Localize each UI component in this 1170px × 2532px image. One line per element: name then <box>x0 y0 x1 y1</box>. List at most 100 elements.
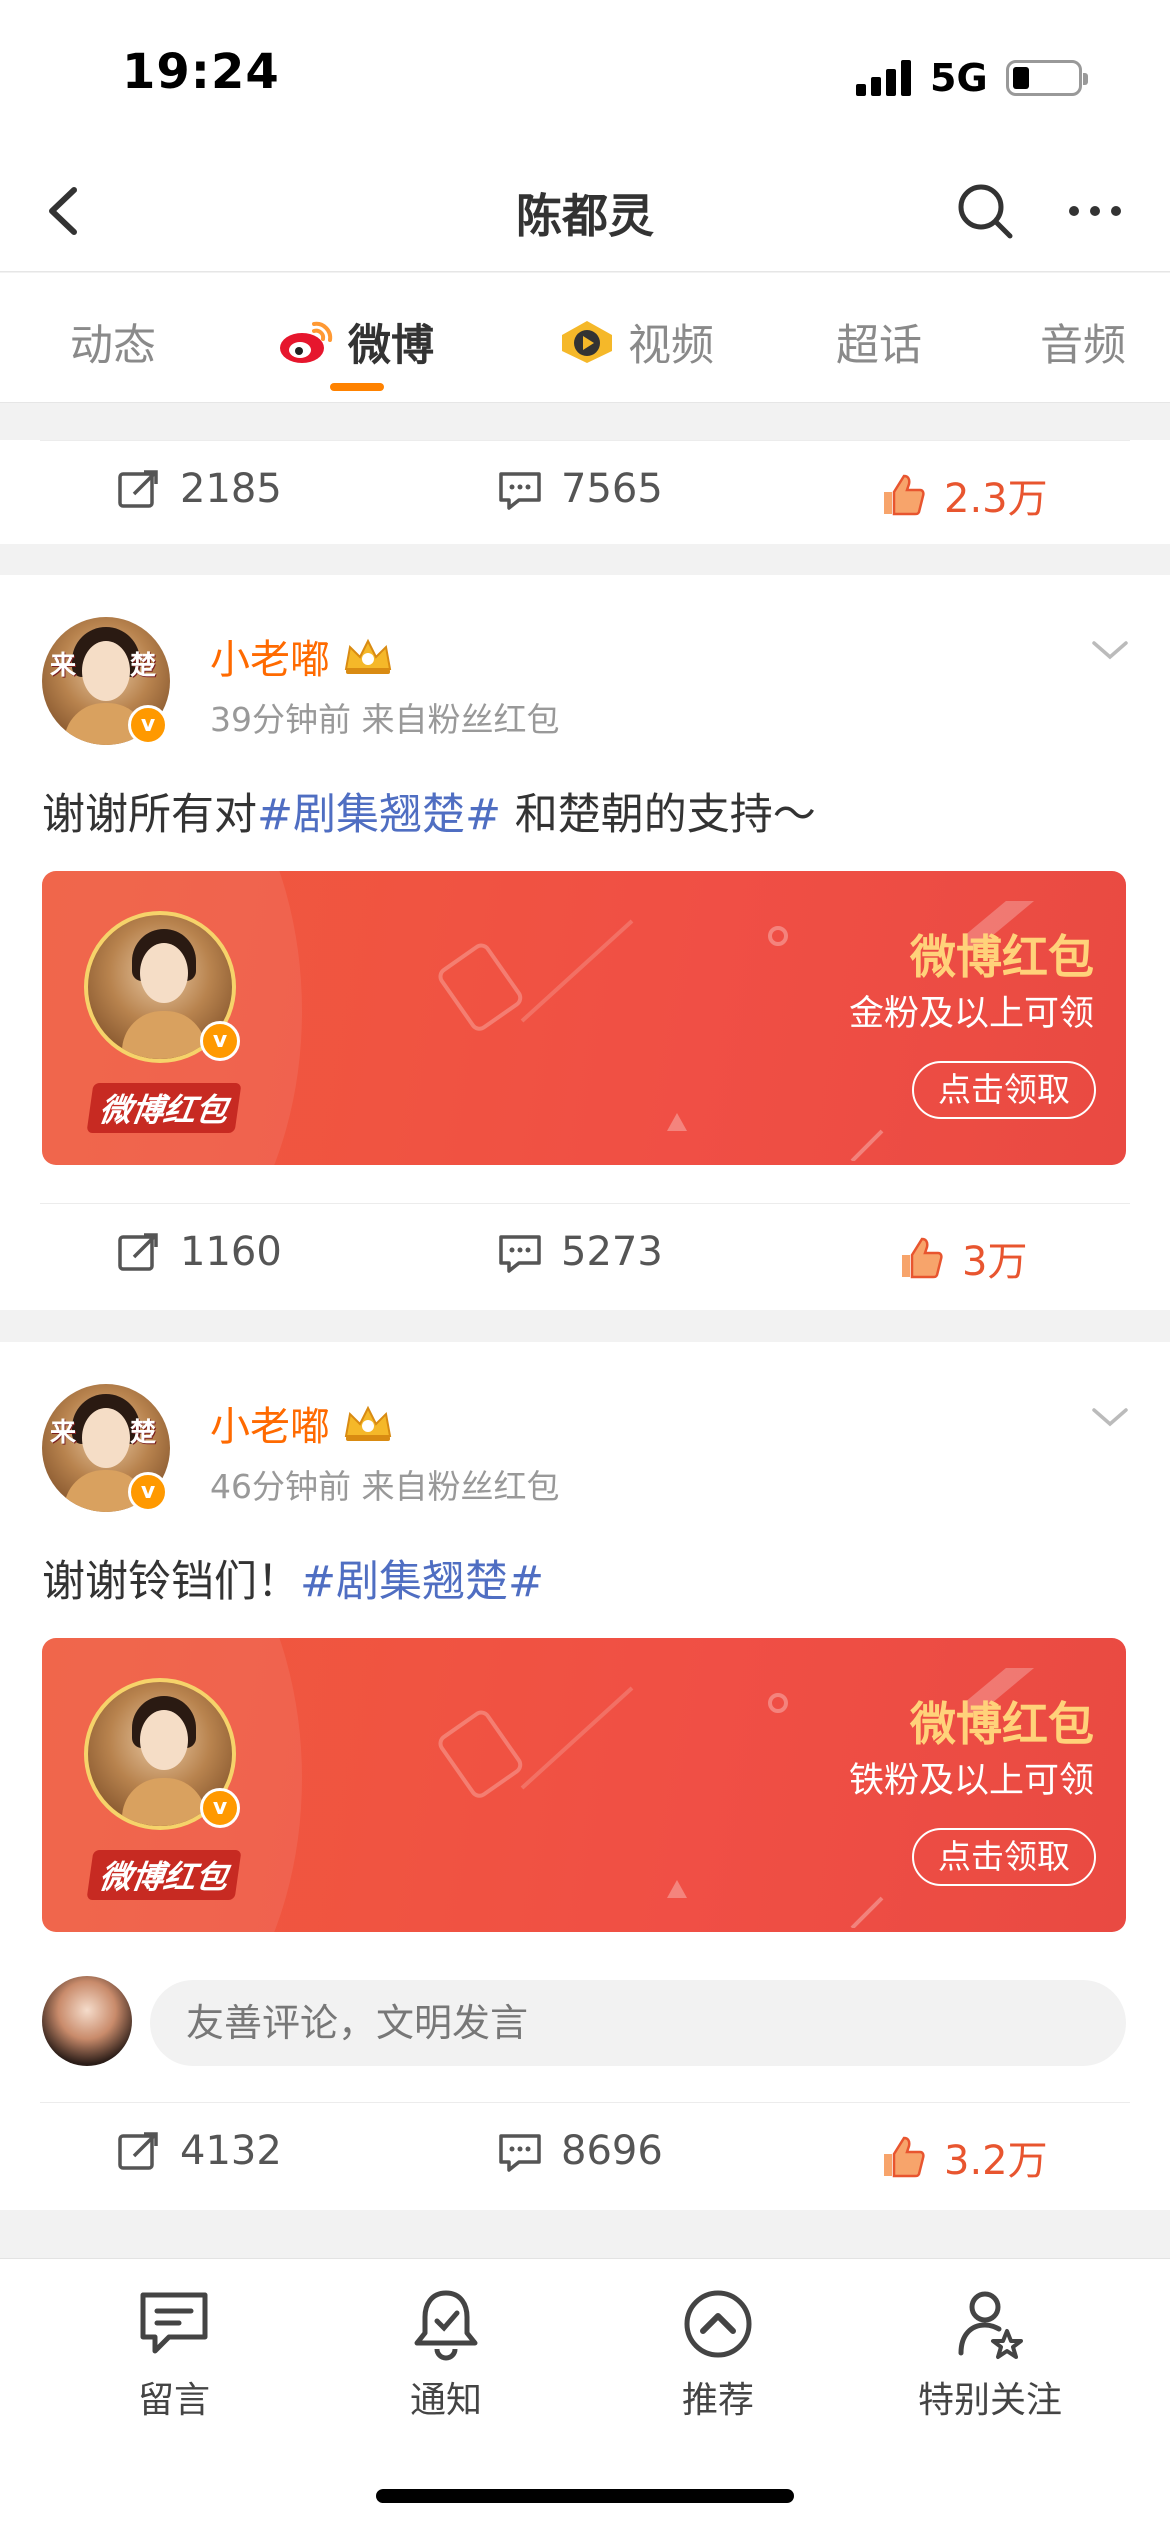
tab-label: 音频 <box>1040 321 1126 371</box>
repost-icon <box>118 2132 158 2170</box>
more-icon[interactable] <box>1060 176 1130 246</box>
tab-label: 视频 <box>628 321 714 371</box>
repost-count: 4132 <box>180 2128 282 2174</box>
quick-comment-row: 友善评论，文明发言 <box>0 1966 1170 2076</box>
claim-button[interactable]: 点击领取 <box>912 1061 1096 1119</box>
weibo-logo-icon <box>280 321 333 363</box>
nav-label: 推荐 <box>681 2380 754 2421</box>
post-text-part: 谢谢所有对 <box>42 790 257 840</box>
comment-icon <box>499 2134 541 2172</box>
profile-tabs: 动态 微博 视频 超话 音频 <box>0 273 1170 403</box>
tab-audio[interactable]: 音频 <box>1040 311 1126 373</box>
like-count: 2.3万 <box>944 476 1048 522</box>
repost-button[interactable]: 4132 <box>116 2128 282 2174</box>
my-avatar <box>42 1976 132 2066</box>
nav-label: 通知 <box>409 2380 482 2421</box>
profile-page: 19:24 5G 陈都灵 动态 微博 视频 超话 音频 2185 7565 2.… <box>0 0 1170 2532</box>
red-packet-subtitle: 金粉及以上可领 <box>848 994 1094 1034</box>
username-text: 小老嘟 <box>210 637 330 683</box>
red-packet-logo: 微博红包 <box>86 1850 242 1900</box>
comment-input[interactable]: 友善评论，文明发言 <box>150 1980 1126 2066</box>
red-packet-title: 微博红包 <box>910 1697 1094 1751</box>
signal-icon <box>856 60 914 96</box>
verified-badge-icon: v <box>128 705 168 745</box>
repost-button[interactable]: 1160 <box>116 1229 282 1275</box>
comment-icon <box>499 1235 541 1273</box>
comment-button[interactable]: 7565 <box>497 466 663 512</box>
network-label: 5G <box>930 56 988 100</box>
red-packet-title: 微博红包 <box>910 930 1094 984</box>
bell-icon <box>414 2290 478 2361</box>
red-packet-logo: 微博红包 <box>86 1083 242 1133</box>
action-bar: 4132 8696 3.2万 <box>0 2102 1170 2210</box>
like-button[interactable]: 2.3万 <box>880 466 1048 524</box>
post-text: 谢谢所有对#剧集翘楚# 和楚朝的支持～ <box>42 780 816 842</box>
tab-active-indicator <box>330 383 384 391</box>
message-icon <box>140 2292 208 2354</box>
post-meta: 46分钟前 来自粉丝红包 <box>210 1467 560 1506</box>
claim-button[interactable]: 点击领取 <box>912 1828 1096 1886</box>
like-button[interactable]: 3万 <box>898 1229 1027 1287</box>
post-card: 来楚 v 小老嘟 39分钟前 来自粉丝红包 谢谢所有对#剧集翘楚# 和楚朝的支持… <box>0 575 1170 1310</box>
chevron-down-icon[interactable] <box>1088 1402 1132 1432</box>
nav-notifications[interactable]: 通知 <box>346 2285 546 2423</box>
nav-special-follow[interactable]: 特别关注 <box>890 2285 1090 2423</box>
thumbs-up-icon <box>902 1237 943 1279</box>
tab-super-topic[interactable]: 超话 <box>836 311 922 373</box>
repost-icon <box>118 1233 158 1271</box>
post-card: 来楚 v 小老嘟 46分钟前 来自粉丝红包 谢谢铃铛们！#剧集翘楚# v 微博红… <box>0 1342 1170 2210</box>
tab-video[interactable]: 视频 <box>556 311 714 373</box>
repost-count: 1160 <box>180 1229 282 1275</box>
search-icon[interactable] <box>950 176 1020 246</box>
tab-dynamic[interactable]: 动态 <box>70 311 156 373</box>
nav-message[interactable]: 留言 <box>74 2285 274 2423</box>
comment-button[interactable]: 8696 <box>497 2128 663 2174</box>
post-text-part: 谢谢铃铛们！ <box>42 1557 300 1607</box>
comment-count: 7565 <box>561 466 663 512</box>
tab-weibo[interactable]: 微博 <box>276 311 434 373</box>
username-text: 小老嘟 <box>210 1404 330 1450</box>
like-count: 3.2万 <box>944 2138 1048 2184</box>
comment-count: 5273 <box>561 1229 663 1275</box>
comment-icon <box>499 472 541 510</box>
red-packet-card[interactable]: v 微博红包 微博红包 铁粉及以上可领 点击领取 <box>42 1638 1126 1932</box>
video-channel-icon <box>562 321 612 363</box>
comment-count: 8696 <box>561 2128 663 2174</box>
like-button[interactable]: 3.2万 <box>880 2128 1048 2186</box>
like-count: 3万 <box>962 1239 1028 1285</box>
status-time: 19:24 <box>122 44 280 100</box>
recommend-icon <box>684 2290 752 2358</box>
crown-badge-icon <box>344 1405 392 1441</box>
hashtag-link[interactable]: #剧集翘楚# <box>257 790 501 840</box>
username[interactable]: 小老嘟 <box>210 1394 396 1452</box>
tab-label: 微博 <box>348 321 434 371</box>
status-bar: 19:24 5G <box>0 0 1170 150</box>
nav-label: 特别关注 <box>917 2380 1062 2421</box>
nav-recommend[interactable]: 推荐 <box>618 2285 818 2423</box>
verified-badge-icon: v <box>200 1788 240 1828</box>
action-bar: 1160 5273 3万 <box>0 1203 1170 1310</box>
tab-label: 动态 <box>70 321 156 371</box>
crown-badge-icon <box>344 638 392 674</box>
home-indicator <box>376 2489 794 2503</box>
battery-icon <box>1006 60 1088 96</box>
bottom-nav: 留言 通知 推荐 特别关注 <box>0 2258 1170 2532</box>
special-follow-icon <box>958 2291 1023 2359</box>
hashtag-link[interactable]: #剧集翘楚# <box>300 1557 544 1607</box>
post-meta: 39分钟前 来自粉丝红包 <box>210 700 560 739</box>
post-text: 谢谢铃铛们！#剧集翘楚# <box>42 1547 544 1609</box>
repost-count: 2185 <box>180 466 282 512</box>
verified-badge-icon: v <box>128 1472 168 1512</box>
chevron-down-icon[interactable] <box>1088 635 1132 665</box>
username[interactable]: 小老嘟 <box>210 627 396 685</box>
comment-button[interactable]: 5273 <box>497 1229 663 1275</box>
repost-icon <box>118 470 158 508</box>
tab-label: 超话 <box>836 321 922 371</box>
thumbs-up-icon <box>884 474 925 516</box>
thumbs-up-icon <box>884 2136 925 2178</box>
action-bar: 2185 7565 2.3万 <box>0 440 1170 544</box>
repost-button[interactable]: 2185 <box>116 466 282 512</box>
verified-badge-icon: v <box>200 1021 240 1061</box>
red-packet-card[interactable]: v 微博红包 微博红包 金粉及以上可领 点击领取 <box>42 871 1126 1165</box>
nav-header: 陈都灵 <box>0 150 1170 272</box>
